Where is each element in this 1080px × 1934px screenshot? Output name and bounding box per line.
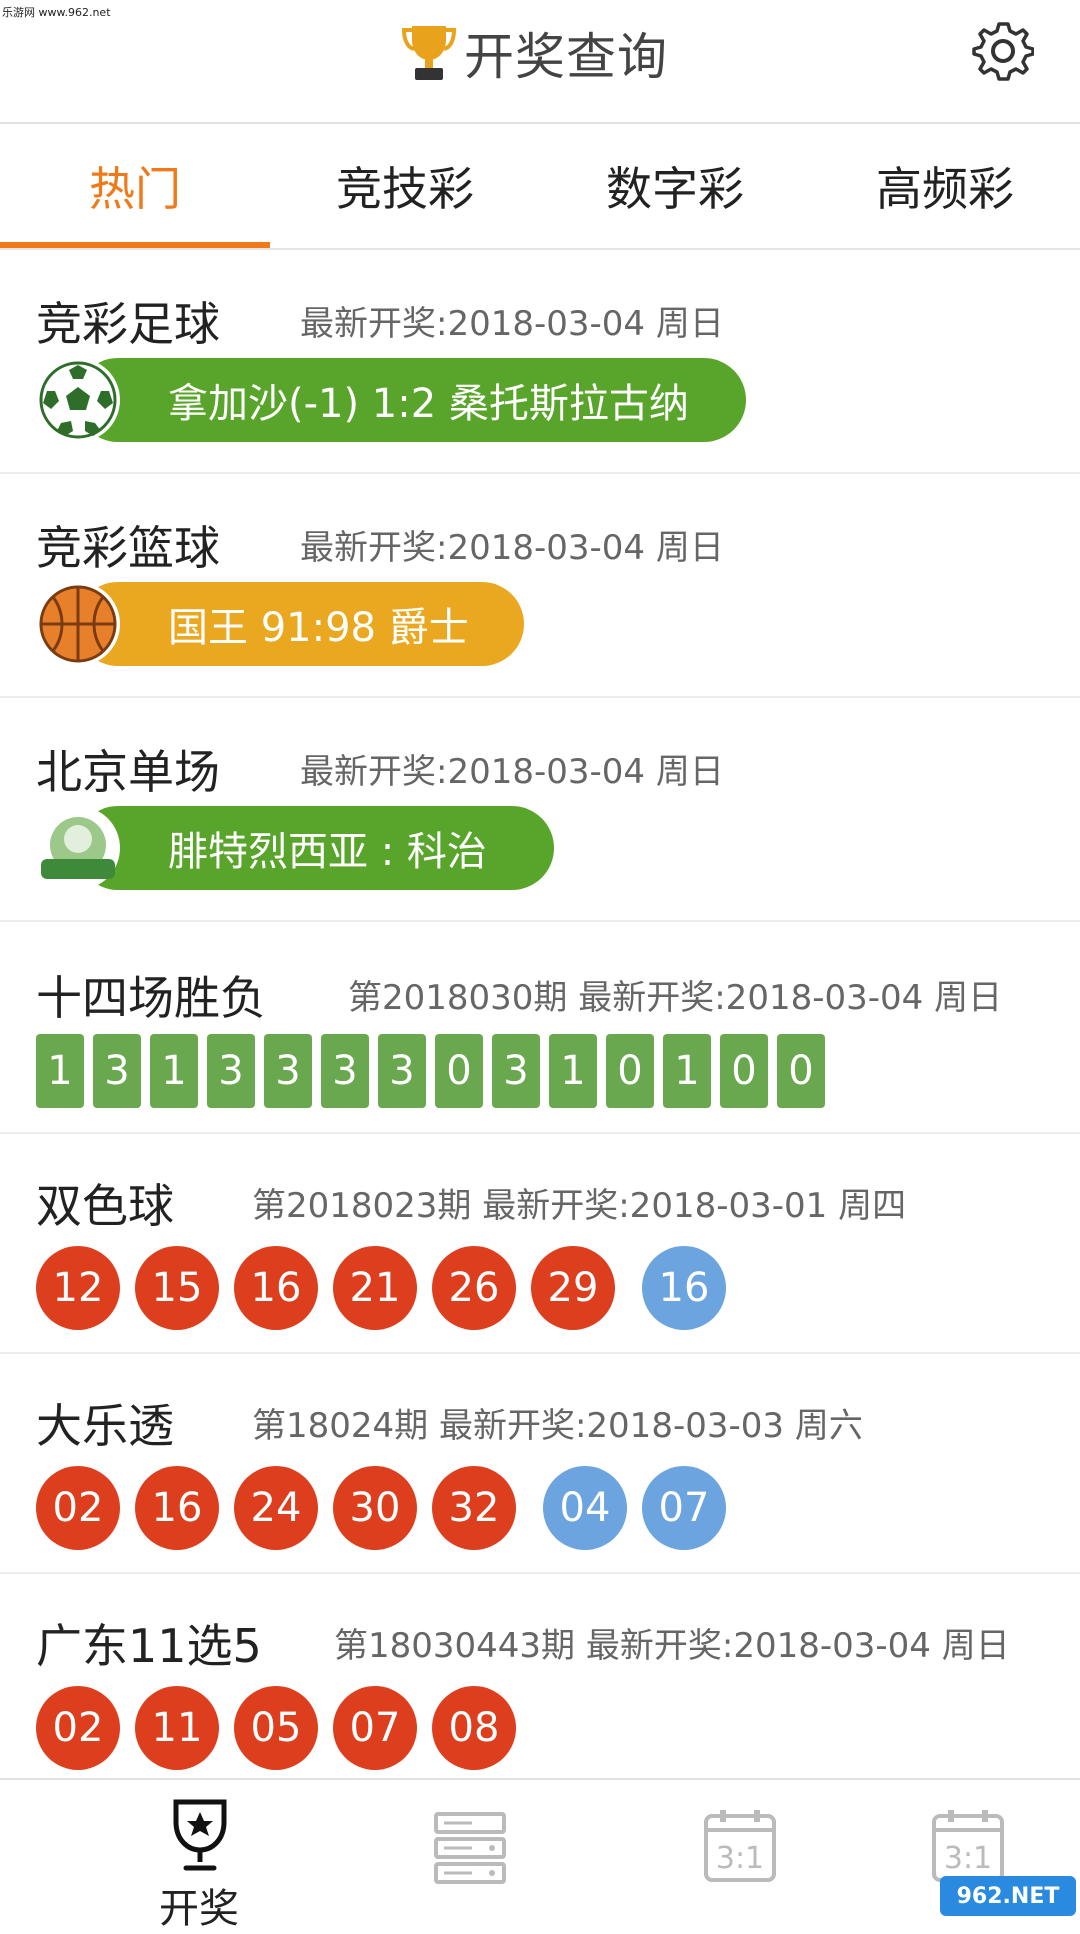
- red-ball: 12: [36, 1246, 120, 1330]
- calendar-score-icon: 3:1: [704, 1810, 776, 1882]
- section-title: 广东11选5: [36, 1619, 262, 1673]
- section-gd115[interactable]: 广东11选5 第18030443期 最新开奖:2018-03-04 周日 02 …: [0, 1574, 1080, 1778]
- red-ball: 32: [432, 1466, 516, 1550]
- result-square: 1: [36, 1034, 84, 1108]
- ball-row: 02 11 05 07 08: [36, 1686, 531, 1770]
- red-ball: 05: [234, 1686, 318, 1770]
- section-meta: 最新开奖:2018-03-04 周日: [300, 528, 724, 568]
- category-tabs: 热门 竞技彩 数字彩 高频彩: [0, 124, 1080, 250]
- result-square: 3: [207, 1034, 255, 1108]
- number-row: 1 3 1 3 3 3 3 0 3 1 0 1 0 0: [36, 1034, 834, 1108]
- section-title: 北京单场: [36, 745, 220, 799]
- section-meta: 最新开奖:2018-03-04 周日: [300, 304, 724, 344]
- danchang-logo-icon: [36, 806, 120, 890]
- section-meta: 第2018030期 最新开奖:2018-03-04 周日: [348, 978, 1003, 1018]
- section-sfc14[interactable]: 十四场胜负 第2018030期 最新开奖:2018-03-04 周日 1 3 1…: [0, 922, 1080, 1134]
- result-square: 1: [150, 1034, 198, 1108]
- section-ssq[interactable]: 双色球 第2018023期 最新开奖:2018-03-01 周四 12 15 1…: [0, 1134, 1080, 1354]
- red-ball: 26: [432, 1246, 516, 1330]
- red-ball: 24: [234, 1466, 318, 1550]
- blue-ball: 16: [642, 1246, 726, 1330]
- section-title: 十四场胜负: [36, 971, 266, 1025]
- svg-text:3:1: 3:1: [944, 1841, 992, 1876]
- trophy-icon: [401, 26, 457, 80]
- section-beijing-single[interactable]: 北京单场 最新开奖:2018-03-04 周日 腓特烈西亚 : 科治: [0, 698, 1080, 922]
- tab-high-frequency[interactable]: 高频彩: [810, 124, 1080, 248]
- nav-item-list[interactable]: [334, 1780, 604, 1922]
- section-basketball[interactable]: 竞彩篮球 最新开奖:2018-03-04 周日 国王 91:98 爵士: [0, 474, 1080, 698]
- result-square: 3: [492, 1034, 540, 1108]
- ball-row: 02 16 24 30 32 04 07: [36, 1466, 741, 1550]
- section-dlt[interactable]: 大乐透 第18024期 最新开奖:2018-03-03 周六 02 16 24 …: [0, 1354, 1080, 1574]
- section-meta: 最新开奖:2018-03-04 周日: [300, 752, 724, 792]
- result-square: 3: [321, 1034, 369, 1108]
- nav-item-draw[interactable]: 开奖: [64, 1780, 334, 1932]
- tab-digital[interactable]: 数字彩: [540, 124, 810, 248]
- red-ball: 21: [333, 1246, 417, 1330]
- section-title: 竞彩足球: [36, 297, 220, 351]
- result-pill: 拿加沙(-1) 1:2 桑托斯拉古纳: [36, 358, 756, 442]
- red-ball: 07: [333, 1686, 417, 1770]
- bottom-nav: 开奖 3:1 3:1: [0, 1778, 1080, 1932]
- result-pill: 国王 91:98 爵士: [36, 582, 536, 666]
- blue-ball: 07: [642, 1466, 726, 1550]
- red-ball: 02: [36, 1686, 120, 1770]
- red-ball: 16: [135, 1466, 219, 1550]
- section-title: 双色球: [36, 1179, 174, 1233]
- page-title: 开奖查询: [464, 28, 668, 86]
- tab-sports[interactable]: 竞技彩: [270, 124, 540, 248]
- result-square: 3: [93, 1034, 141, 1108]
- section-title: 竞彩篮球: [36, 521, 220, 575]
- red-ball: 15: [135, 1246, 219, 1330]
- nav-item-score[interactable]: 3:1: [604, 1780, 874, 1922]
- red-ball: 11: [135, 1686, 219, 1770]
- result-square: 0: [606, 1034, 654, 1108]
- result-pill: 腓特烈西亚 : 科治: [36, 806, 556, 890]
- blue-ball: 04: [543, 1466, 627, 1550]
- result-square: 3: [264, 1034, 312, 1108]
- section-title: 大乐透: [36, 1399, 174, 1453]
- nav-label: 开奖: [159, 1886, 239, 1932]
- soccer-ball-icon: [36, 358, 120, 442]
- red-ball: 02: [36, 1466, 120, 1550]
- basketball-icon: [36, 582, 120, 666]
- app-header: 开奖查询: [0, 0, 1080, 124]
- trophy-star-icon: [173, 1799, 227, 1871]
- result-square: 1: [549, 1034, 597, 1108]
- red-ball: 16: [234, 1246, 318, 1330]
- section-meta: 第2018023期 最新开奖:2018-03-01 周四: [252, 1186, 907, 1226]
- result-text: 腓特烈西亚 : 科治: [76, 806, 554, 890]
- red-ball: 30: [333, 1466, 417, 1550]
- result-square: 0: [720, 1034, 768, 1108]
- red-ball: 08: [432, 1686, 516, 1770]
- section-meta: 第18030443期 最新开奖:2018-03-04 周日: [334, 1626, 1010, 1666]
- result-text: 拿加沙(-1) 1:2 桑托斯拉古纳: [76, 358, 746, 442]
- result-square: 0: [435, 1034, 483, 1108]
- brand-logo: 962.NET: [940, 1876, 1076, 1916]
- ball-row: 12 15 16 21 26 29 16: [36, 1246, 741, 1330]
- result-text: 国王 91:98 爵士: [76, 582, 524, 666]
- red-ball: 29: [531, 1246, 615, 1330]
- result-square: 3: [378, 1034, 426, 1108]
- section-football[interactable]: 竞彩足球 最新开奖:2018-03-04 周日 拿加沙(-1) 1:2 桑托斯拉…: [0, 250, 1080, 474]
- section-meta: 第18024期 最新开奖:2018-03-03 周六: [252, 1406, 863, 1446]
- calendar-score-icon: 3:1: [932, 1810, 1004, 1882]
- result-square: 1: [663, 1034, 711, 1108]
- svg-text:3:1: 3:1: [716, 1841, 764, 1876]
- tab-hot[interactable]: 热门: [0, 124, 270, 248]
- title-group: 开奖查询: [400, 18, 668, 88]
- active-tab-indicator: [0, 242, 270, 248]
- result-square: 0: [777, 1034, 825, 1108]
- list-server-icon: [434, 1812, 506, 1884]
- settings-gear-icon[interactable]: [972, 20, 1034, 82]
